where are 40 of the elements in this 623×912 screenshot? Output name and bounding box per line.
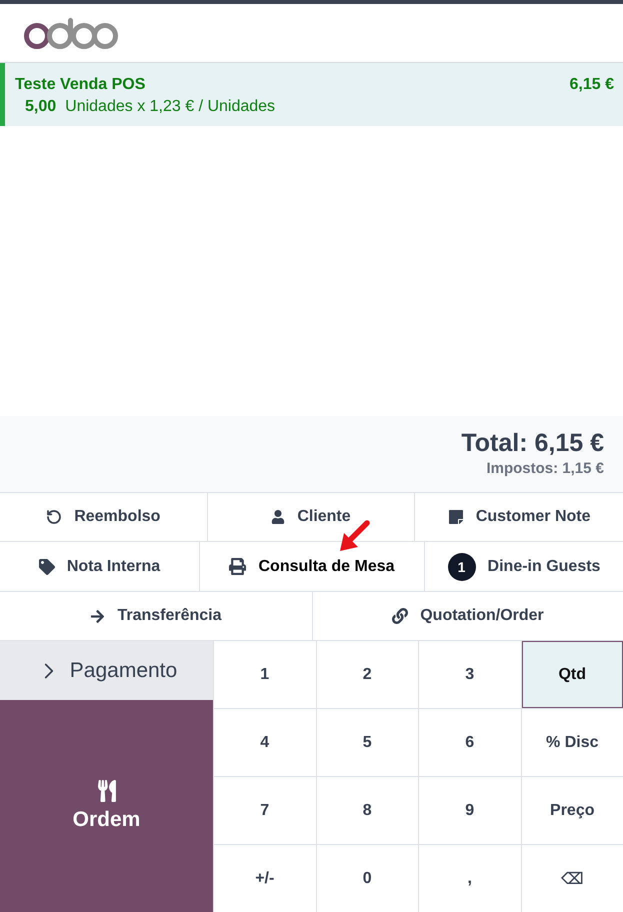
numpad-key[interactable]: 7 — [214, 777, 316, 844]
numpad-key[interactable]: 8 — [316, 777, 418, 844]
numpad-key[interactable]: 1 — [214, 641, 316, 708]
numpad-key[interactable]: ⌫ — [522, 845, 623, 912]
product-name: Teste Venda POS — [15, 75, 146, 95]
guest-count-badge: 1 — [448, 552, 476, 580]
refund-button[interactable]: Reembolso — [0, 493, 208, 542]
payment-button[interactable]: Pagamento — [0, 641, 213, 700]
customer-button[interactable]: Cliente — [208, 493, 416, 542]
numpad-key[interactable]: 6 — [419, 709, 520, 776]
utensils-icon — [96, 780, 118, 802]
numpad-key[interactable]: % Disc — [522, 709, 623, 776]
numpad-key[interactable]: +/- — [214, 845, 316, 912]
numpad-key[interactable]: Preço — [522, 777, 623, 844]
numpad-key[interactable]: 9 — [419, 777, 520, 844]
transfer-button[interactable]: Transferência — [0, 592, 313, 641]
numpad-key[interactable]: 0 — [316, 845, 418, 912]
order-button[interactable]: Ordem — [0, 700, 213, 912]
numpad-key[interactable]: 4 — [214, 709, 316, 776]
total-amount: Total: 6,15 € — [461, 428, 604, 458]
user-icon — [271, 510, 286, 524]
line-price: 6,15 € — [570, 75, 614, 95]
tax-amount: Impostos: 1,15 € — [486, 459, 604, 479]
numpad-key[interactable]: 5 — [316, 709, 418, 776]
unit-price-info: Unidades x 1,23 € / Unidades — [65, 97, 276, 117]
logo-icon — [24, 18, 118, 48]
numpad-key[interactable]: , — [419, 845, 520, 912]
arrow-right-icon — [90, 608, 106, 624]
numpad-key[interactable]: 3 — [419, 641, 520, 708]
link-icon — [392, 608, 408, 624]
numpad-key[interactable]: 2 — [316, 641, 418, 708]
line-quantity: 5,00 — [25, 97, 56, 117]
printer-icon — [229, 558, 246, 575]
numpad-key[interactable]: Qtd — [522, 641, 623, 708]
undo-icon — [46, 509, 62, 525]
sticky-note-icon — [448, 509, 464, 525]
pointer-arrow-icon — [339, 520, 370, 552]
table-check-button[interactable]: Consulta de Mesa — [200, 542, 425, 592]
internal-note-button[interactable]: Nota Interna — [0, 542, 200, 592]
tag-icon — [38, 558, 55, 574]
